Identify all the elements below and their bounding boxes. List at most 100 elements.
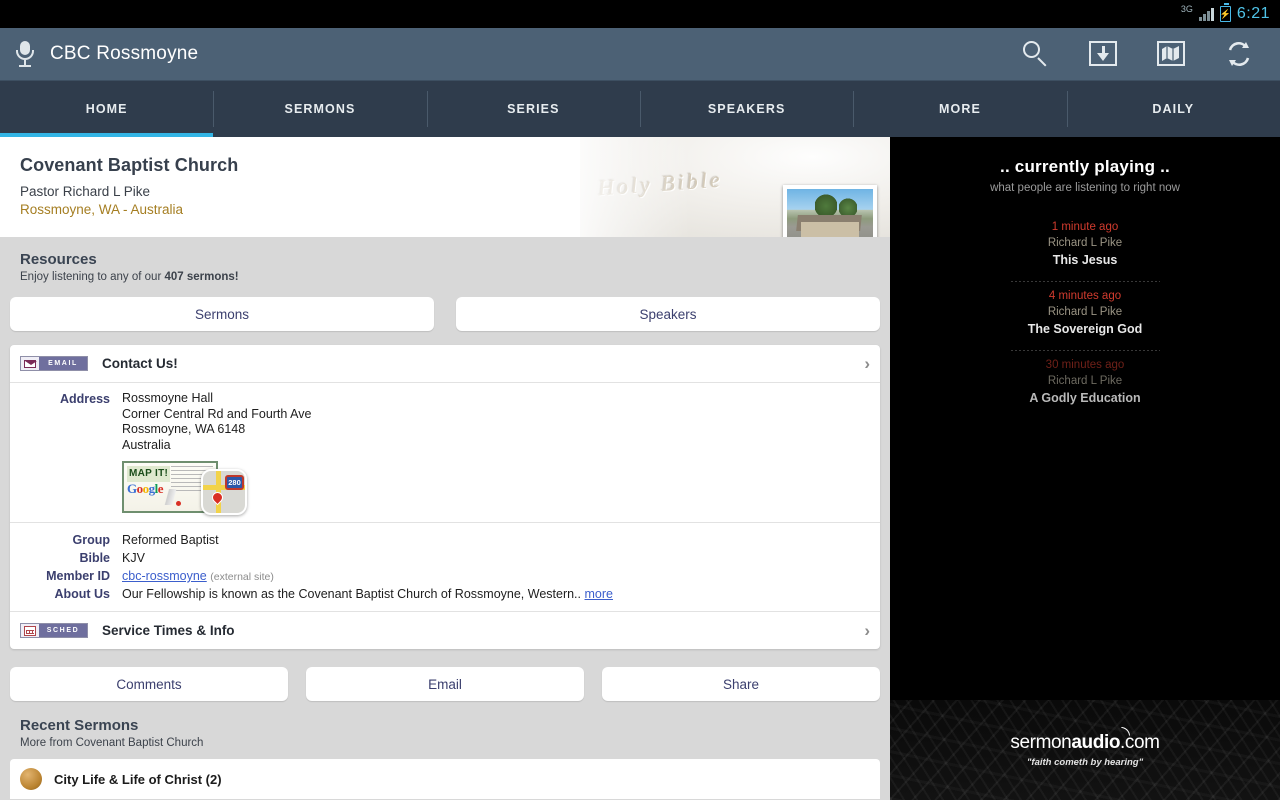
logo-wordmark: sermonaudio.com [1010,727,1160,754]
search-icon[interactable] [1018,37,1052,71]
detail-value: Reformed Baptist [122,533,219,547]
map-it-button[interactable]: MAP IT! Google 280 [122,461,247,516]
tab-daily[interactable]: DAILY [1066,81,1280,137]
now-playing-item[interactable]: 1 minute ago Richard L Pike This Jesus [890,219,1280,271]
detail-key: Bible [79,551,110,565]
tab-bar: HOME SERMONS SERIES SPEAKERS MORE DAILY [0,80,1280,137]
sermon-title: City Life & Life of Christ (2) [54,771,222,787]
item-title: A Godly Education [1029,391,1141,405]
address-line: Rossmoyne, WA 6148 [122,422,246,436]
address-line: Rossmoyne Hall [122,391,214,405]
tab-home[interactable]: HOME [0,81,214,137]
about-us-more-link[interactable]: more [585,587,613,601]
pastor-name: Pastor Richard L Pike [20,184,151,199]
email-badge-icon: EMAIL [20,356,88,371]
highway-shield: 280 [225,475,244,490]
member-id-row: Member ID cbc-rossmoyne (external site) [10,567,880,585]
item-timestamp: 30 minutes ago [1045,359,1125,371]
main-content[interactable]: Holy Bible Covenant Baptist Church Pasto… [0,137,890,800]
now-playing-list: 1 minute ago Richard L Pike This Jesus 4… [890,219,1280,409]
recent-sermons-section: Recent Sermons More from Covenant Baptis… [0,701,890,749]
details-block: Group Reformed Baptist Bible KJV Member … [10,523,880,611]
item-speaker: Richard L Pike [1047,375,1123,387]
divider [1010,281,1160,282]
action-bar-icons [1018,37,1266,71]
tab-more[interactable]: MORE [853,81,1066,137]
item-title: This Jesus [1052,253,1118,267]
comments-button[interactable]: Comments [10,667,288,701]
service-times-row[interactable]: SCHED Service Times & Info › [10,612,880,649]
about-us-key: About Us [54,587,110,601]
refresh-icon[interactable] [1222,37,1256,71]
chevron-right-icon: › [864,620,870,640]
hero-text: Covenant Baptist Church Pastor Richard L… [0,137,890,217]
status-bar: 3G ⚡ 6:21 [0,0,1280,28]
tab-label: HOME [85,102,128,116]
sermonaudio-logo: sermonaudio.com "faith cometh by hearing… [890,700,1280,800]
now-playing-title: .. currently playing .. [1000,157,1170,176]
app-root: 3G ⚡ 6:21 CBC Rossmoyne HOME SERMONS SER… [0,0,1280,800]
member-id-link[interactable]: cbc-rossmoyne [122,569,207,583]
app-title: CBC Rossmoyne [50,43,199,64]
sermons-button[interactable]: Sermons [10,297,434,331]
resources-buttons: Sermons Speakers [0,283,890,331]
tab-sermons[interactable]: SERMONS [213,81,426,137]
sermon-thumbnail [20,768,42,790]
action-buttons: Comments Email Share [0,649,890,701]
tab-speakers[interactable]: SPEAKERS [639,81,853,137]
resources-title: Resources [20,251,97,268]
tab-label: SERMONS [284,102,356,116]
detail-row: Group Reformed Baptist [10,531,880,549]
action-bar: CBC Rossmoyne [0,28,1280,80]
map-tile-icon: 280 [201,469,247,515]
now-playing-panel: .. currently playing .. what people are … [890,137,1280,800]
resources-subtitle: Enjoy listening to any of our 407 sermon… [10,271,880,283]
tab-label: SERIES [507,102,560,116]
microphone-icon [14,39,36,69]
now-playing-item[interactable]: 30 minutes ago Richard L Pike A Godly Ed… [890,357,1280,409]
network-type-label: 3G [1180,3,1193,14]
speakers-button[interactable]: Speakers [456,297,880,331]
logo-part-2: audio [1071,732,1121,753]
item-title: The Sovereign God [1027,322,1143,336]
contact-card: EMAIL Contact Us! › Address Rossmoyne Ha… [10,345,880,649]
signal-strength-icon [1198,7,1214,21]
now-playing-subtitle: what people are listening to right now [990,182,1180,194]
about-us-text: Our Fellowship is known as the Covenant … [122,587,582,601]
email-button[interactable]: Email [306,667,584,701]
member-id-key: Member ID [46,569,110,583]
sound-wave-icon [1120,727,1130,736]
about-us-row: About Us Our Fellowship is known as the … [10,585,880,603]
tab-label: DAILY [1152,102,1195,116]
resources-section: Resources Enjoy listening to any of our … [0,237,890,283]
chevron-right-icon: › [864,353,870,373]
item-timestamp: 1 minute ago [1051,221,1119,233]
church-location: Rossmoyne, WA - Australia [20,202,184,217]
detail-key: Group [72,533,111,547]
church-name: Covenant Baptist Church [20,155,239,175]
recent-sermons-title: Recent Sermons [20,717,139,734]
download-icon[interactable] [1086,37,1120,71]
service-times-label: Service Times & Info [102,623,235,638]
contact-us-label: Contact Us! [102,356,178,371]
resources-subtitle-prefix: Enjoy listening to any of our [20,271,165,283]
tab-series[interactable]: SERIES [426,81,640,137]
email-badge-label: EMAIL [39,357,87,370]
logo-part-1: sermon [1010,732,1072,753]
divider [1010,350,1160,351]
list-item[interactable]: City Life & Life of Christ (2) [10,759,880,799]
item-timestamp: 4 minutes ago [1048,290,1122,302]
church-building-photo[interactable] [783,185,877,237]
tab-label: MORE [939,102,981,116]
map-icon[interactable] [1154,37,1188,71]
item-speaker: Richard L Pike [1047,306,1123,318]
address-label: Address [59,392,110,406]
detail-row: Bible KJV [10,549,880,567]
now-playing-item[interactable]: 4 minutes ago Richard L Pike The Soverei… [890,288,1280,340]
contact-us-row[interactable]: EMAIL Contact Us! › [10,345,880,382]
logo-tagline: "faith cometh by hearing" [1026,757,1144,768]
sched-badge-label: SCHED [39,624,87,637]
external-site-note: (external site) [210,571,274,583]
clock-label: 6:21 [1236,5,1270,22]
share-button[interactable]: Share [602,667,880,701]
